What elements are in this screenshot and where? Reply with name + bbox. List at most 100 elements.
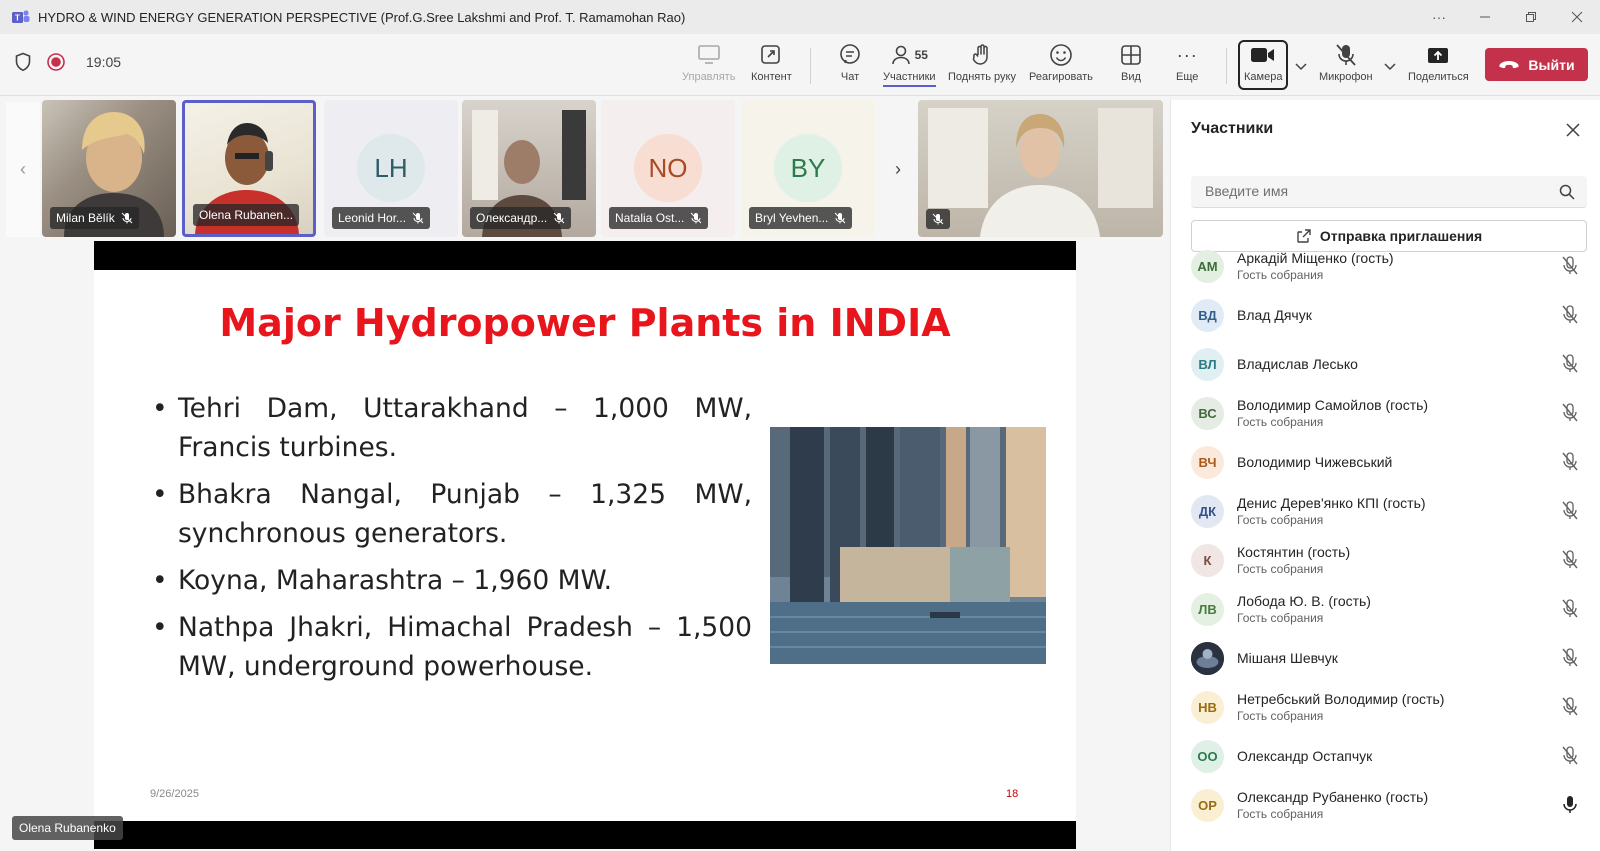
restore-icon[interactable] xyxy=(1508,0,1554,34)
participant-info: Володимир Самойлов (гость) Гость собрания xyxy=(1237,397,1428,429)
participants-button[interactable]: 55 Участники xyxy=(883,42,936,92)
shared-presentation: Major Hydropower Plants in INDIA Tehri D… xyxy=(94,241,1076,849)
video-tile[interactable]: Milan Bělík xyxy=(42,100,176,237)
microphone-button[interactable]: Микрофон xyxy=(1319,42,1373,92)
share-icon xyxy=(1297,229,1311,243)
participant-info: Нетребський Володимир (гость) Гость собра… xyxy=(1237,691,1444,723)
chat-button[interactable]: Чат xyxy=(838,42,862,92)
video-tile[interactable]: LH Leonid Hor... xyxy=(324,100,458,237)
video-tile[interactable]: BY Bryl Yevhen... xyxy=(741,100,875,237)
participant-row[interactable]: Мішаня Шевчук xyxy=(1191,634,1591,682)
participant-row[interactable]: ДК Денис Дерев'янко КПІ (гость) Гость собр… xyxy=(1191,487,1591,535)
slide-number: 18 xyxy=(1006,788,1019,800)
mic-off-icon xyxy=(835,212,846,224)
close-window-icon[interactable] xyxy=(1554,0,1600,34)
mic-options-chevron-icon[interactable] xyxy=(1384,62,1396,74)
avatar xyxy=(1191,641,1224,675)
mic-off-icon[interactable] xyxy=(1561,501,1579,521)
invite-label: Отправка приглашения xyxy=(1319,228,1483,244)
close-panel-button[interactable] xyxy=(1566,120,1580,143)
participant-info: Олександр Остапчук xyxy=(1237,748,1372,764)
view-button[interactable]: Вид xyxy=(1120,42,1142,92)
mic-off-icon[interactable] xyxy=(1561,599,1579,619)
mic-off-icon[interactable] xyxy=(1561,403,1579,423)
send-invite-button[interactable]: Отправка приглашения xyxy=(1191,220,1587,252)
mic-on-icon[interactable] xyxy=(1561,795,1579,815)
ellipsis-icon: ··· xyxy=(1176,44,1198,65)
search-input[interactable] xyxy=(1191,176,1531,206)
video-tile[interactable]: Олександр... xyxy=(462,100,596,237)
strip-next-button[interactable]: › xyxy=(881,102,915,237)
shield-icon[interactable] xyxy=(14,52,32,72)
participant-row[interactable]: К Костянтин (гость) Гость собрания xyxy=(1191,536,1591,584)
content-button[interactable]: Контент xyxy=(751,42,792,92)
video-camera-icon xyxy=(1250,42,1276,68)
participant-info: Олександр Рубаненко (гость) Гость собрани… xyxy=(1237,789,1428,821)
hand-icon xyxy=(970,42,994,68)
react-button[interactable]: Реагировать xyxy=(1029,42,1093,92)
participant-row[interactable]: НВ Нетребський Володимир (гость) Гость соб… xyxy=(1191,683,1591,731)
self-view-tile[interactable] xyxy=(918,100,1163,237)
mic-off-icon[interactable] xyxy=(1561,452,1579,472)
participant-role: Гость собрания xyxy=(1237,709,1324,723)
participant-name: Лобода Ю. В. (гость) xyxy=(1237,593,1371,609)
tile-name-chip: Natalia Ost... xyxy=(609,207,709,229)
mic-off-icon[interactable] xyxy=(1561,697,1579,717)
more-options-icon[interactable]: ··· xyxy=(1416,0,1462,34)
manage-button[interactable]: Управлять xyxy=(682,42,735,92)
participant-role: Гость собрания xyxy=(1237,268,1324,282)
letterbox-top xyxy=(94,241,1076,270)
mic-off-icon xyxy=(412,212,424,224)
participant-row[interactable]: ВС Володимир Самойлов (гость) Гость собран… xyxy=(1191,389,1591,437)
strip-prev-button[interactable]: ‹ xyxy=(6,102,40,237)
raise-hand-button[interactable]: Поднять руку xyxy=(948,42,1016,92)
avatar: ЛВ xyxy=(1191,592,1224,626)
letterbox-bottom xyxy=(94,821,1076,849)
mic-off-icon[interactable] xyxy=(1561,305,1579,325)
participant-name: Олександр Остапчук xyxy=(1237,748,1373,764)
emoji-icon xyxy=(1049,42,1073,68)
participant-row[interactable]: АМ Аркадiй Міщенко (гость) Гость собрания xyxy=(1191,250,1591,290)
participant-row[interactable]: ЛВ Лобода Ю. В. (гость) Гость собрания xyxy=(1191,585,1591,633)
chevron-right-icon: › xyxy=(895,159,901,179)
mic-off-icon[interactable] xyxy=(1561,648,1579,668)
avatar-initials: NO xyxy=(634,134,702,202)
people-icon xyxy=(891,45,910,65)
close-icon xyxy=(1566,123,1580,137)
chevron-left-icon: ‹ xyxy=(20,159,26,179)
more-button[interactable]: ··· Еще xyxy=(1176,42,1198,92)
participant-row[interactable]: ВЧ Володимир Чижевський xyxy=(1191,438,1591,486)
video-tile[interactable]: NO Natalia Ost... xyxy=(601,100,735,237)
video-tile-active-speaker[interactable]: Olena Rubanen... xyxy=(182,100,316,237)
participant-row[interactable]: ВЛ Владислав Лесько xyxy=(1191,340,1591,388)
participant-row[interactable]: ОО Олександр Остапчук xyxy=(1191,732,1591,780)
camera-button[interactable]: Камера xyxy=(1244,42,1282,92)
mic-off-icon[interactable] xyxy=(1561,354,1579,374)
search-icon[interactable] xyxy=(1559,184,1575,200)
mic-off-icon[interactable] xyxy=(1561,550,1579,570)
svg-text:T: T xyxy=(15,14,20,23)
avatar: ОО xyxy=(1191,739,1224,773)
avatar: ВС xyxy=(1191,396,1224,430)
tile-name-chip: Олександр... xyxy=(470,207,572,229)
tile-name-chip: Bryl Yevhen... xyxy=(749,207,853,229)
participant-role: Гость собрания xyxy=(1237,807,1324,821)
camera-options-chevron-icon[interactable] xyxy=(1295,62,1307,74)
meeting-timer: 19:05 xyxy=(86,54,122,70)
chat-icon xyxy=(838,42,862,68)
minimize-icon[interactable] xyxy=(1462,0,1508,34)
self-mic-chip xyxy=(926,209,950,229)
meeting-toolbar: 19:05 Управлять Контент Чат 55 Участники… xyxy=(0,34,1600,96)
mic-off-icon xyxy=(553,212,565,224)
title-bar: T HYDRO & WIND ENERGY GENERATION PERSPEC… xyxy=(0,0,1600,34)
leave-button[interactable]: Выйти xyxy=(1485,48,1588,81)
mic-off-icon xyxy=(691,212,702,224)
share-button[interactable]: Поделиться xyxy=(1408,42,1469,92)
mic-off-icon[interactable] xyxy=(1561,746,1579,766)
participant-name: Володимир Самойлов (гость) xyxy=(1237,397,1429,413)
tile-name: Olena Rubanen... xyxy=(199,208,294,222)
participant-row[interactable]: ВД Влад Дячук xyxy=(1191,291,1591,339)
participant-row[interactable]: ОР Олександр Рубаненко (гость) Гость собра… xyxy=(1191,781,1591,829)
mic-off-icon[interactable] xyxy=(1561,256,1579,276)
recording-icon xyxy=(47,53,65,71)
